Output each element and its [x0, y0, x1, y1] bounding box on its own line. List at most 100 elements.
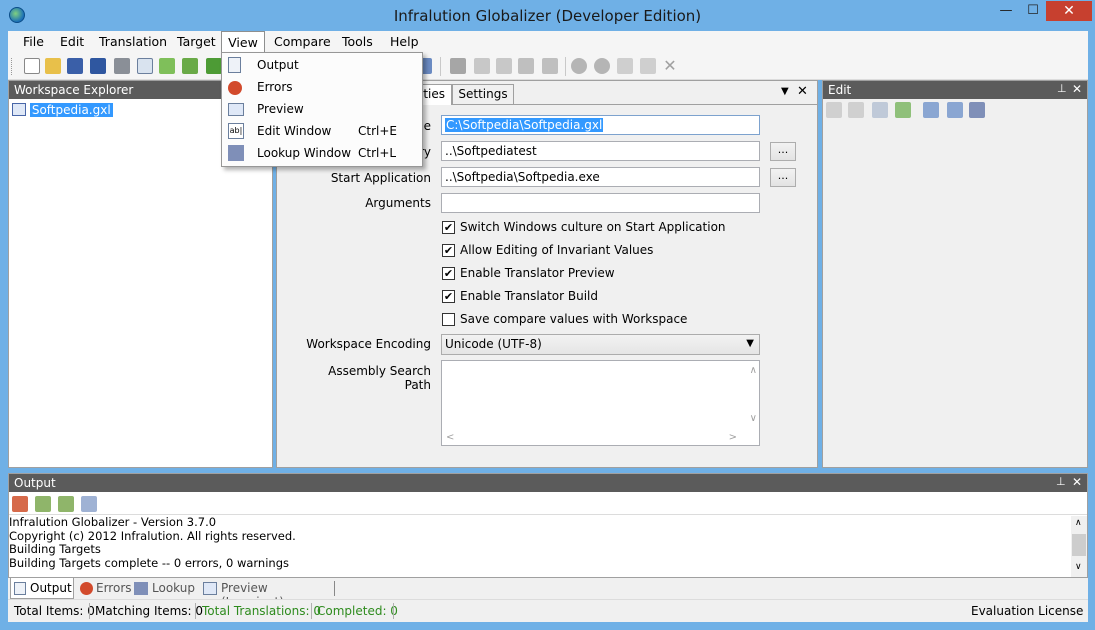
add-project-icon[interactable] — [159, 58, 175, 74]
output-tabs: Output Errors Lookup Preview (Invariant) — [8, 577, 1088, 609]
menu-translation[interactable]: Translation — [99, 31, 167, 53]
checkbox-save-compare[interactable] — [442, 313, 455, 326]
menu-edit[interactable]: Edit — [60, 31, 84, 53]
invariant-icon[interactable] — [450, 58, 466, 74]
arguments-label: Arguments — [365, 196, 431, 210]
start-application-field[interactable]: ..\Softpedia\Softpedia.exe — [441, 167, 760, 187]
copy-icon[interactable] — [617, 58, 633, 74]
menu-tools[interactable]: Tools — [342, 31, 373, 53]
edit-tool-7-icon[interactable] — [969, 102, 985, 118]
new-file-icon[interactable] — [24, 58, 40, 74]
edit-tool-3-icon[interactable] — [872, 102, 888, 118]
open-folder-icon[interactable] — [45, 58, 61, 74]
paste-icon[interactable] — [640, 58, 656, 74]
assembly-search-field[interactable]: ∧ ∨ < > — [441, 360, 760, 446]
edit-tool-2-icon[interactable] — [848, 102, 864, 118]
tab-errors[interactable]: Errors — [78, 578, 132, 599]
lock-icon[interactable] — [474, 58, 490, 74]
menu-view[interactable]: View — [221, 31, 265, 53]
previous-output-icon[interactable] — [35, 496, 51, 512]
translate-icon[interactable] — [518, 58, 534, 74]
menu-file[interactable]: File — [23, 31, 44, 53]
checkbox-save-compare-label: Save compare values with Workspace — [460, 312, 688, 326]
output-pin-icon[interactable]: ⊥ — [1056, 475, 1066, 488]
delete-icon[interactable]: ✕ — [662, 58, 678, 74]
checkbox-switch-culture[interactable]: ✔ — [442, 221, 455, 234]
checkbox-translator-build[interactable]: ✔ — [442, 290, 455, 303]
print-icon[interactable] — [114, 58, 130, 74]
add-item-icon[interactable] — [182, 58, 198, 74]
next-output-icon[interactable] — [58, 496, 74, 512]
scroll-up-icon[interactable]: ∧ — [750, 365, 757, 376]
lookup-window-icon — [228, 145, 244, 161]
preview-icon — [228, 103, 244, 116]
tab-separator — [334, 581, 335, 596]
edit-panel-close-icon[interactable]: ✕ — [1072, 82, 1082, 96]
edit-tool-6-icon[interactable] — [947, 102, 963, 118]
start-application-browse-button[interactable]: ... — [770, 168, 796, 187]
checkbox-translator-preview[interactable]: ✔ — [442, 267, 455, 280]
checkbox-switch-culture-label: Switch Windows culture on Start Applicat… — [460, 220, 726, 234]
panel-close-icon[interactable]: ✕ — [797, 84, 808, 99]
copy-output-icon[interactable] — [81, 496, 97, 512]
save-icon[interactable] — [67, 58, 83, 74]
encoding-select[interactable]: Unicode (UTF-8) ▼ — [441, 334, 760, 355]
scroll-right-icon[interactable]: > — [729, 432, 737, 443]
view-menu-item-preview[interactable]: Preview — [222, 98, 422, 120]
tab-settings[interactable]: Settings — [452, 84, 514, 104]
panel-dropdown-icon[interactable]: ▼ — [781, 86, 789, 97]
edit-tool-5-icon[interactable] — [923, 102, 939, 118]
assembly-search-label: Assembly Search Path — [328, 364, 431, 392]
directory-browse-button[interactable]: ... — [770, 142, 796, 161]
file-field[interactable]: C:\Softpedia\Softpedia.gxl — [441, 115, 760, 135]
minimize-button[interactable]: — — [992, 1, 1020, 21]
output-scroll-down-icon[interactable]: ∨ — [1075, 562, 1082, 572]
scroll-down-icon[interactable]: ∨ — [750, 413, 757, 424]
checkbox-translator-preview-label: Enable Translator Preview — [460, 266, 615, 280]
save-all-icon[interactable] — [90, 58, 106, 74]
status-bar: Total Items: 0 Matching Items: 0 Total T… — [8, 599, 1088, 622]
unlock-icon[interactable] — [496, 58, 512, 74]
status-completed: Completed: 0 — [317, 604, 398, 618]
output-scroll-thumb[interactable] — [1072, 534, 1086, 556]
tab-lookup[interactable]: Lookup — [132, 578, 198, 599]
print-preview-icon[interactable] — [137, 58, 153, 74]
status-matching-items: Matching Items: 0 — [95, 604, 204, 618]
clear-output-icon[interactable] — [12, 496, 28, 512]
menu-compare[interactable]: Compare — [274, 31, 331, 53]
redo-icon[interactable] — [594, 58, 610, 74]
edit-tool-4-icon[interactable] — [895, 102, 911, 118]
toolbar-grip[interactable] — [11, 58, 14, 75]
view-menu-item-edit-window[interactable]: ab| Edit Window Ctrl+E — [222, 120, 422, 142]
output-close-icon[interactable]: ✕ — [1072, 475, 1082, 489]
view-menu-item-lookup-window[interactable]: Lookup Window Ctrl+L — [222, 142, 422, 164]
output-log: Infralution Globalizer - Version 3.7.0 C… — [9, 515, 1069, 576]
toolbar-separator — [440, 57, 441, 76]
scroll-left-icon[interactable]: < — [446, 432, 454, 443]
menu-target[interactable]: Target — [177, 31, 216, 53]
edit-tool-1-icon[interactable] — [826, 102, 842, 118]
view-menu-item-output[interactable]: Output — [222, 54, 422, 76]
output-icon — [228, 57, 241, 73]
view-menu-errors-label: Errors — [257, 80, 293, 94]
workspace-tree-item[interactable]: Softpedia.gxl — [12, 102, 113, 117]
output-scroll-up-icon[interactable]: ∧ — [1075, 518, 1082, 528]
arguments-field[interactable] — [441, 193, 760, 213]
spellcheck-icon[interactable] — [206, 58, 222, 74]
view-menu-item-errors[interactable]: Errors — [222, 76, 422, 98]
checkbox-allow-editing[interactable]: ✔ — [442, 244, 455, 257]
pin-icon[interactable]: ⊥ — [1057, 82, 1067, 95]
menu-help[interactable]: Help — [390, 31, 419, 53]
undo-icon[interactable] — [571, 58, 587, 74]
translate-all-icon[interactable] — [542, 58, 558, 74]
output-scrollbar[interactable]: ∧ ∨ — [1071, 516, 1087, 577]
maximize-button[interactable]: ☐ — [1020, 1, 1046, 21]
workspace-item-label: Softpedia.gxl — [29, 102, 113, 117]
tab-preview-invariant[interactable]: Preview (Invariant) — [201, 578, 331, 609]
view-menu-edit-window-label: Edit Window — [257, 124, 332, 138]
directory-field[interactable]: ..\Softpediatest — [441, 141, 760, 161]
encoding-label: Workspace Encoding — [306, 337, 431, 351]
close-button[interactable]: ✕ — [1046, 1, 1092, 21]
tab-lookup-label: Lookup — [152, 581, 195, 595]
tab-output[interactable]: Output — [10, 578, 74, 599]
